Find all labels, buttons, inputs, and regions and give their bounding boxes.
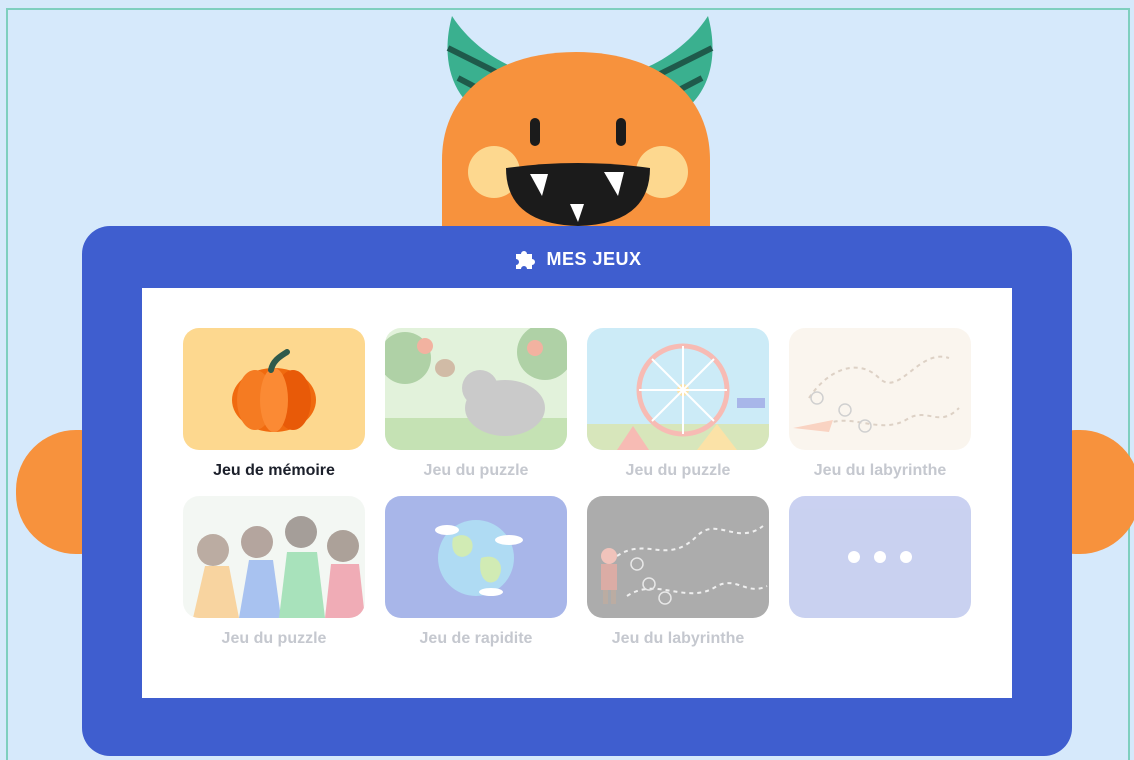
right-horn: [640, 16, 714, 118]
ferris-wheel-icon: [587, 328, 769, 450]
game-card-more[interactable]: [789, 496, 971, 652]
game-label: Jeu du puzzle: [423, 462, 529, 479]
game-card-puzzle-jungle[interactable]: Jeu du puzzle: [385, 328, 567, 484]
game-label: Jeu du labyrinthe: [611, 630, 745, 647]
puzzle-icon: [516, 251, 536, 269]
game-card-puzzle-kids[interactable]: Jeu du puzzle: [183, 496, 365, 652]
game-thumbnail-kids: [183, 496, 365, 618]
earth-icon: [435, 520, 523, 596]
left-horn: [446, 16, 520, 118]
dot: [874, 551, 886, 563]
jungle-illustration-icon: [385, 328, 567, 450]
game-label: Jeu du puzzle: [625, 462, 731, 479]
game-thumbnail-maze-plane: [789, 328, 971, 450]
game-label: Jeu de mémoire: [213, 462, 335, 479]
more-games-thumbnail: [789, 496, 971, 618]
game-thumbnail-ferris-wheel: [587, 328, 769, 450]
maze-icon: [789, 328, 971, 450]
game-label: Jeu de rapidite: [419, 630, 533, 647]
game-card-memory[interactable]: Jeu de mémoire: [183, 328, 365, 484]
game-card-maze-plane[interactable]: Jeu du labyrinthe: [789, 328, 971, 484]
game-card-puzzle-ferris[interactable]: Jeu du puzzle: [587, 328, 769, 484]
more-dots-icon: [789, 496, 971, 618]
game-label: Jeu du labyrinthe: [813, 462, 947, 479]
games-grid: Jeu de mémoire Jeu du puzzle Jeu du puzz…: [183, 328, 971, 652]
game-thumbnail-pumpkin: [183, 328, 365, 450]
maze-pirate-icon: [587, 496, 769, 618]
game-thumbnail-earth: [385, 496, 567, 618]
game-thumbnail-jungle: [385, 328, 567, 450]
game-card-speed[interactable]: Jeu de rapidite: [385, 496, 567, 652]
game-thumbnail-maze-pirate: [587, 496, 769, 618]
page-title: MES JEUX: [546, 248, 642, 269]
dot: [848, 551, 860, 563]
game-label: Jeu du puzzle: [221, 630, 327, 647]
dot: [900, 551, 912, 563]
games-screen: Jeu de mémoire Jeu du puzzle Jeu du puzz…: [142, 288, 1012, 698]
tablet-header: MES JEUX: [82, 246, 1072, 272]
kids-heroes-icon: [183, 496, 365, 618]
game-card-maze-pirate[interactable]: Jeu du labyrinthe: [587, 496, 769, 652]
pumpkin-icon: [232, 349, 316, 432]
games-tablet: MES JEUX Jeu de mémoire Jeu du puzzle Je…: [82, 226, 1072, 756]
